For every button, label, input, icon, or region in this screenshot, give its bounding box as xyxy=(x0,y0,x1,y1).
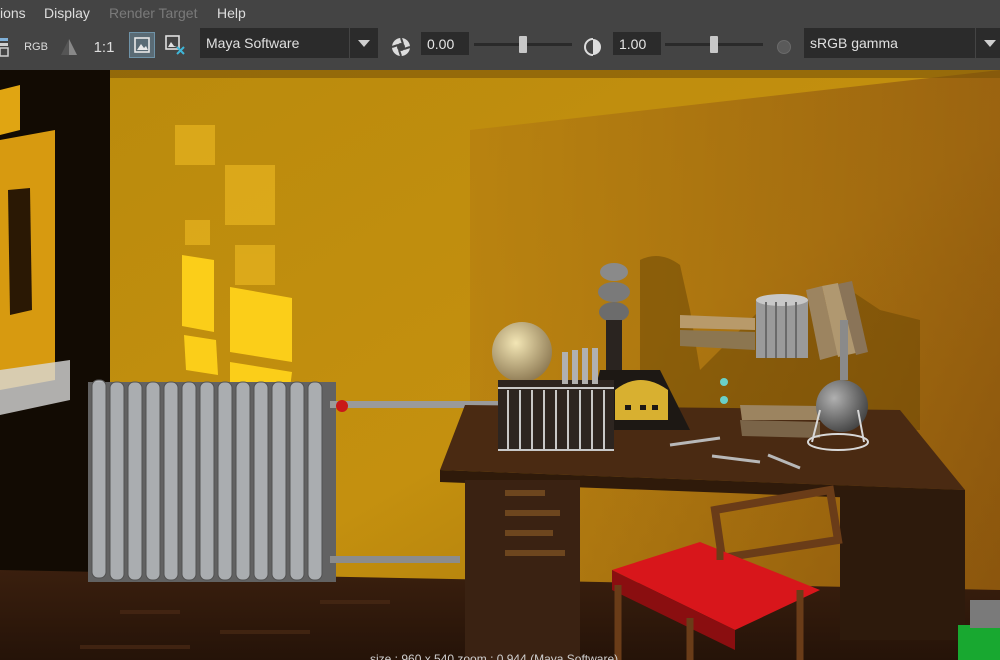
remove-image-icon[interactable] xyxy=(162,32,188,58)
chevron-down-icon xyxy=(975,28,1000,58)
display-image-icon[interactable] xyxy=(129,32,155,58)
chevron-down-icon xyxy=(349,28,378,58)
ratio-label: 1:1 xyxy=(93,38,115,56)
channel-icon[interactable] xyxy=(58,33,80,61)
menu-bar: ions Display Render Target Help xyxy=(0,0,1000,26)
menu-display[interactable]: Display xyxy=(44,5,90,21)
rgb-channel-button[interactable]: RGB xyxy=(24,33,48,61)
color-space-value: sRGB gamma xyxy=(810,35,898,51)
exposure-slider[interactable] xyxy=(474,36,572,53)
rgb-label: RGB xyxy=(24,41,48,53)
rendered-scene-image xyxy=(0,70,1000,660)
view-transform-icon[interactable] xyxy=(774,33,794,61)
gamma-field[interactable]: 1.00 xyxy=(613,32,661,55)
menu-options[interactable]: ions xyxy=(0,5,26,21)
color-space-dropdown[interactable]: sRGB gamma xyxy=(804,28,1000,58)
exposure-value: 0.00 xyxy=(427,36,455,52)
render-view-toolbar: RGB 1:1 Maya Software 0.00 1.00 sRGB gam… xyxy=(0,26,1000,70)
exposure-slider-handle[interactable] xyxy=(519,36,527,53)
menu-help[interactable]: Help xyxy=(217,5,246,21)
gamma-value: 1.00 xyxy=(619,36,647,52)
ratio-button[interactable]: 1:1 xyxy=(91,33,117,61)
gamma-icon[interactable] xyxy=(581,33,605,61)
snapshot-icon[interactable] xyxy=(0,33,10,61)
renderer-value: Maya Software xyxy=(206,35,300,51)
render-status-text: size : 960 x 540 zoom : 0.944 (Maya Soft… xyxy=(370,652,619,660)
menu-render-target[interactable]: Render Target xyxy=(109,5,197,21)
gamma-slider[interactable] xyxy=(665,36,763,53)
renderer-dropdown[interactable]: Maya Software xyxy=(200,28,378,58)
exposure-field[interactable]: 0.00 xyxy=(421,32,469,55)
gamma-slider-handle[interactable] xyxy=(710,36,718,53)
canister xyxy=(756,294,808,358)
render-viewport[interactable]: size : 960 x 540 zoom : 0.944 (Maya Soft… xyxy=(0,70,1000,660)
exposure-icon[interactable] xyxy=(389,33,413,61)
